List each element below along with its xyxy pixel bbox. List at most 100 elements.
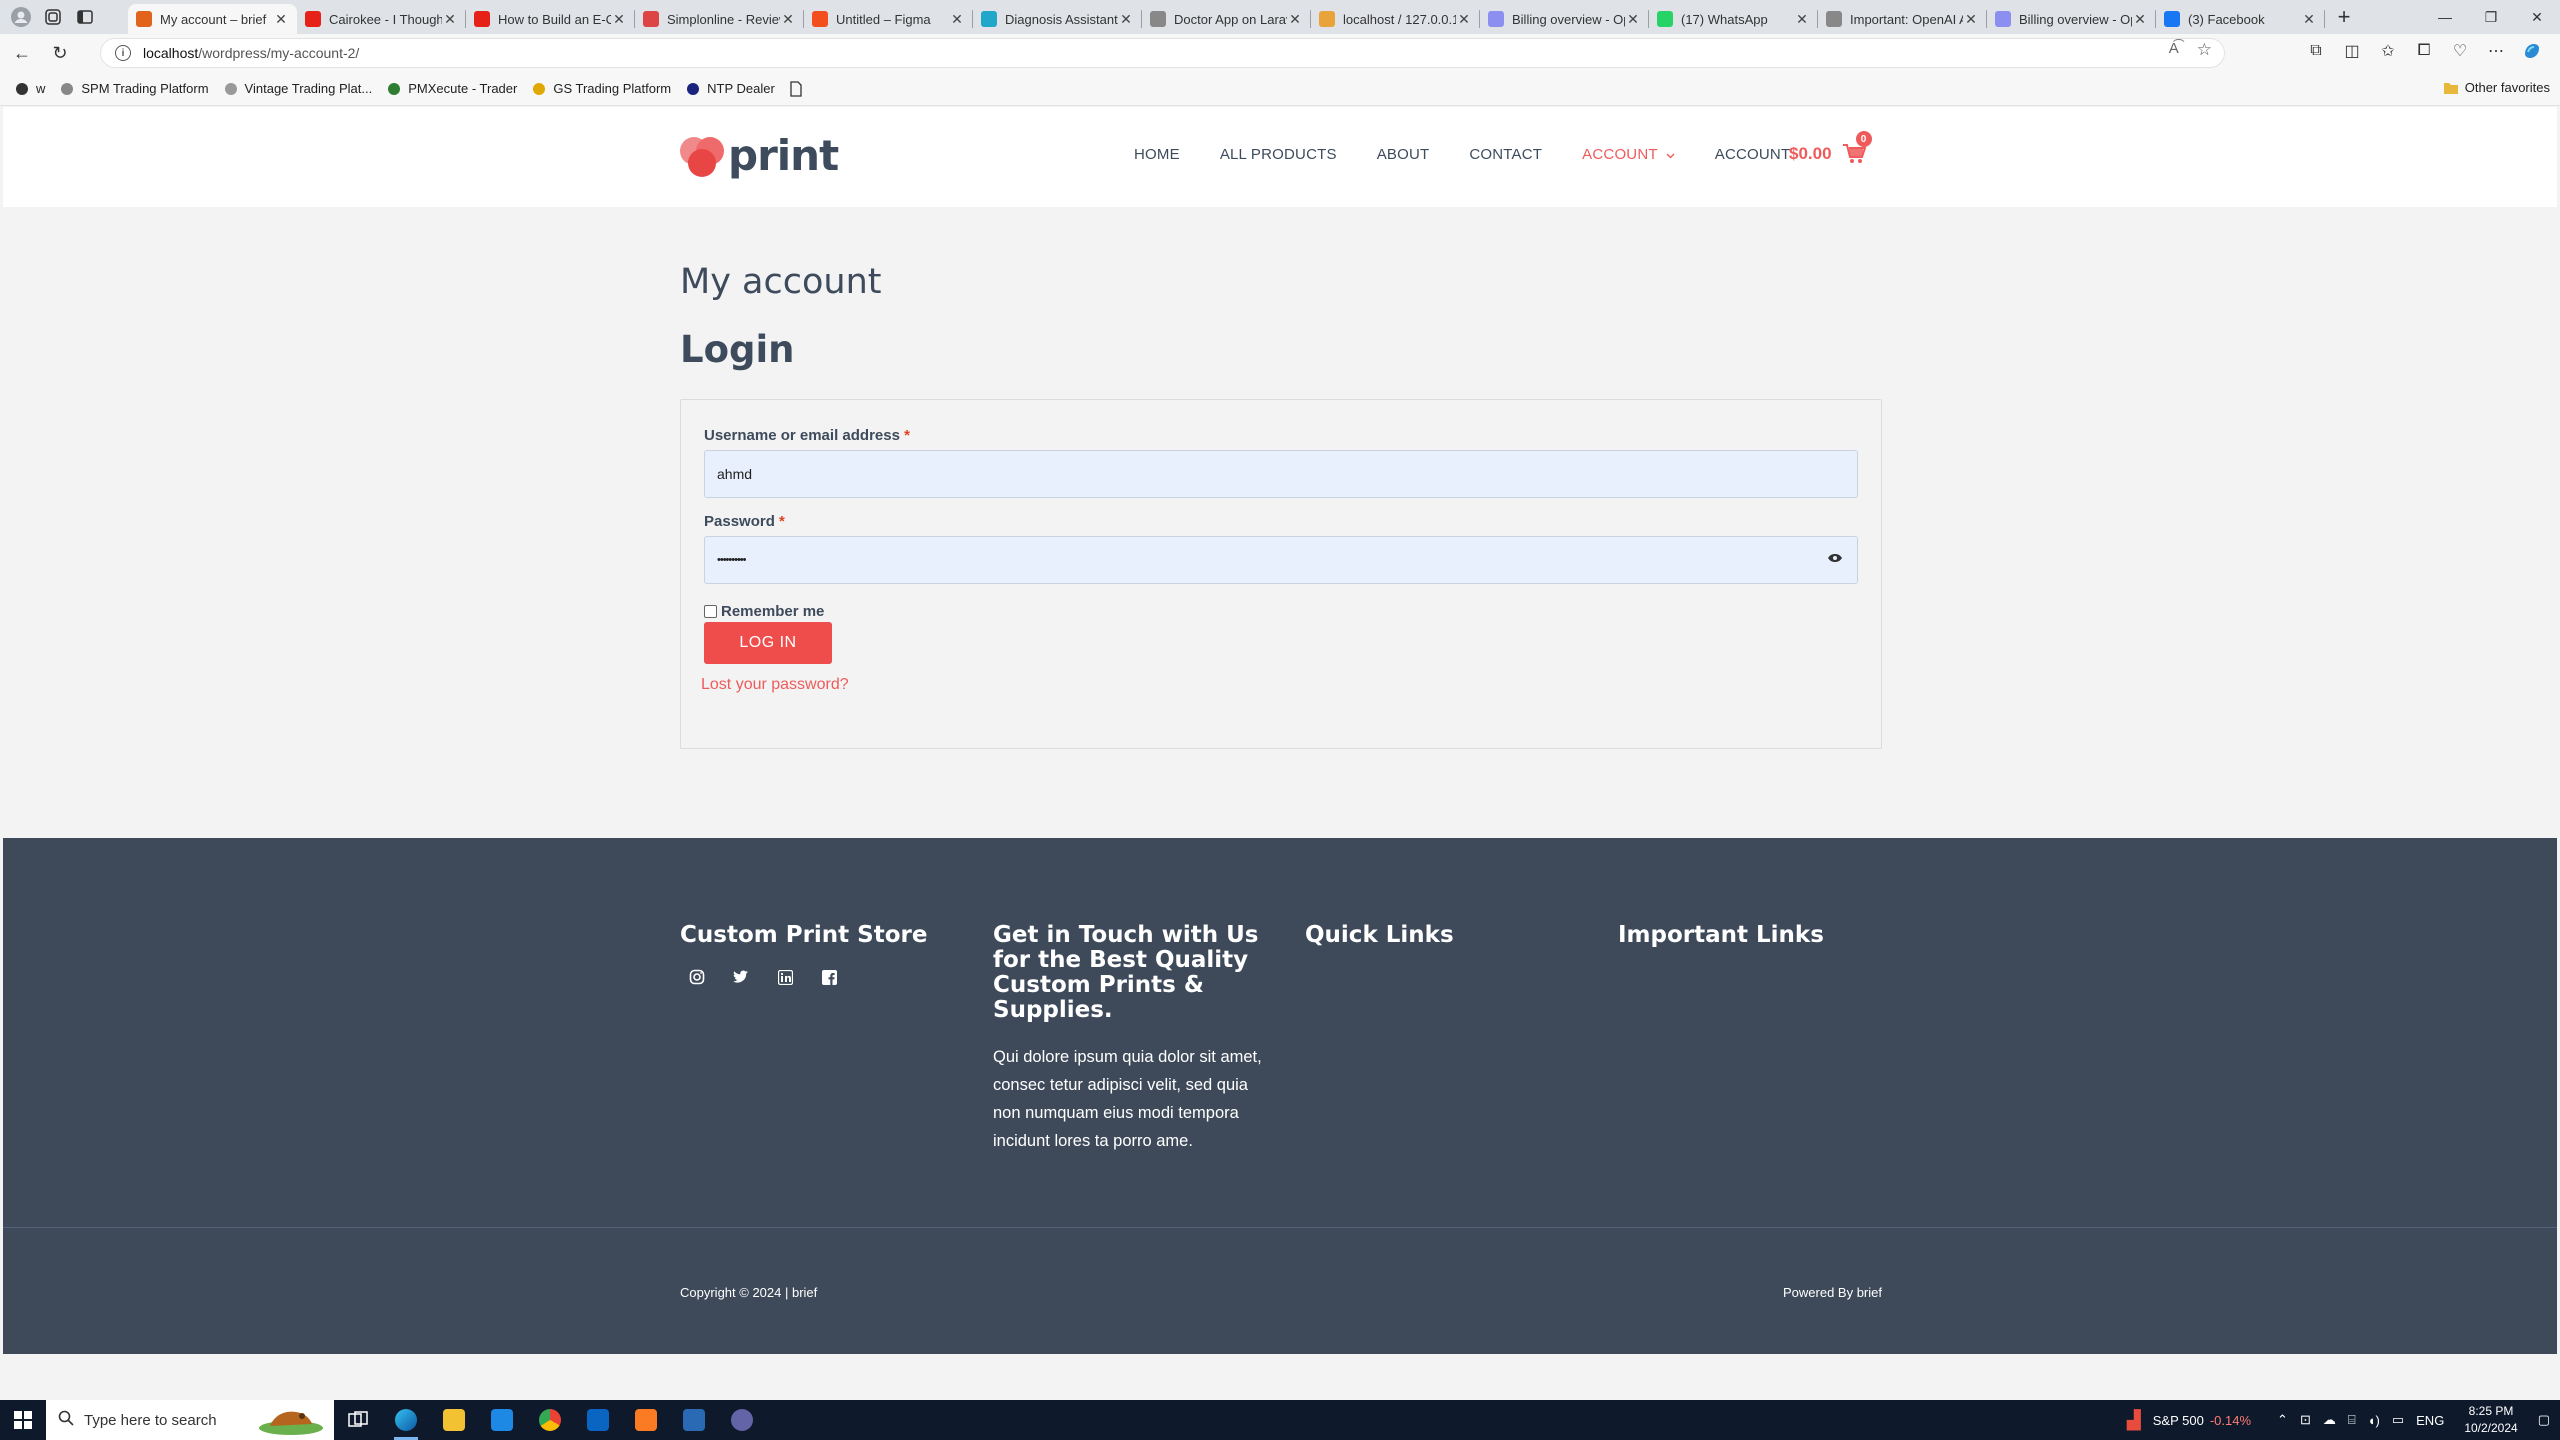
volume-icon[interactable]: ◖) bbox=[2368, 1413, 2380, 1428]
network-icon[interactable]: ⌸ bbox=[2348, 1412, 2356, 1428]
onedrive-icon[interactable]: ☁ bbox=[2323, 1412, 2336, 1428]
username-input[interactable]: ahmd bbox=[704, 450, 1858, 498]
clock[interactable]: 8:25 PM 10/2/2024 bbox=[2464, 1403, 2517, 1437]
tab-close-icon[interactable]: ✕ bbox=[780, 11, 796, 28]
lost-password-link[interactable]: Lost your password? bbox=[701, 676, 849, 694]
extensions-icon[interactable]: ⧉ bbox=[2298, 36, 2334, 66]
browser-tab[interactable]: How to Build an E-C ✕ bbox=[466, 4, 635, 34]
stock-name[interactable]: S&P 500 bbox=[2153, 1413, 2204, 1428]
tab-close-icon[interactable]: ✕ bbox=[2301, 11, 2317, 28]
browser-essentials-icon[interactable]: ♡ bbox=[2442, 36, 2478, 66]
tab-actions-icon[interactable] bbox=[74, 6, 96, 28]
close-window-button[interactable]: ✕ bbox=[2514, 0, 2560, 34]
browser-tab[interactable]: Untitled – Figma ✕ bbox=[804, 4, 973, 34]
teams-icon[interactable] bbox=[718, 1400, 766, 1440]
browser-tab[interactable]: Doctor App on Larav ✕ bbox=[1142, 4, 1311, 34]
tab-close-icon[interactable]: ✕ bbox=[1287, 11, 1303, 28]
nav-item-all-products[interactable]: ALL PRODUCTS bbox=[1220, 146, 1337, 163]
profile-icon[interactable] bbox=[10, 6, 32, 28]
browser-tab[interactable]: Billing overview - Op ✕ bbox=[1480, 4, 1649, 34]
minimize-button[interactable]: — bbox=[2422, 0, 2468, 34]
xampp-icon[interactable] bbox=[622, 1400, 670, 1440]
edge-app-icon[interactable] bbox=[382, 1400, 430, 1440]
browser-tab[interactable]: (3) Facebook ✕ bbox=[2156, 4, 2325, 34]
language-indicator[interactable]: ENG bbox=[2416, 1413, 2444, 1428]
battery-icon[interactable]: ▭ bbox=[2392, 1412, 2404, 1428]
remember-me[interactable]: Remember me bbox=[704, 603, 824, 620]
camera-icon[interactable]: ⊡ bbox=[2300, 1412, 2311, 1428]
nav-item-contact[interactable]: CONTACT bbox=[1469, 146, 1542, 163]
instagram-icon[interactable] bbox=[688, 968, 706, 986]
other-favorites[interactable]: Other favorites bbox=[2443, 80, 2550, 95]
cart[interactable]: $0.00 0 bbox=[1789, 131, 1872, 165]
main-content: My account Login Username or email addre… bbox=[680, 262, 1882, 749]
file-explorer-icon[interactable] bbox=[430, 1400, 478, 1440]
tab-close-icon[interactable]: ✕ bbox=[273, 11, 289, 28]
nav-item-about[interactable]: ABOUT bbox=[1377, 146, 1430, 163]
twitter-icon[interactable] bbox=[732, 968, 750, 986]
browser-tab[interactable]: Billing overview - Op ✕ bbox=[1987, 4, 2156, 34]
tab-title: My account – brief bbox=[160, 11, 267, 27]
facebook-icon[interactable] bbox=[820, 968, 838, 986]
browser-tab[interactable]: Cairokee - I Thought ✕ bbox=[297, 4, 466, 34]
linkedin-icon[interactable] bbox=[776, 968, 794, 986]
url-bar[interactable]: i localhost/wordpress/my-account-2/ bbox=[100, 38, 2225, 68]
outlook-icon[interactable] bbox=[574, 1400, 622, 1440]
bookmark-item[interactable]: SPM Trading Platform bbox=[59, 81, 209, 97]
login-button[interactable]: LOG IN bbox=[704, 622, 832, 664]
browser-tab[interactable]: (17) WhatsApp ✕ bbox=[1649, 4, 1818, 34]
nav-item-account[interactable]: ACCOUNT bbox=[1582, 146, 1675, 163]
nav-item-home[interactable]: HOME bbox=[1134, 146, 1180, 163]
copilot-icon[interactable] bbox=[2514, 36, 2550, 66]
tab-close-icon[interactable]: ✕ bbox=[1963, 11, 1979, 28]
bookmark-item[interactable]: w bbox=[14, 81, 45, 97]
browser-tab[interactable]: My account – brief ✕ bbox=[128, 4, 297, 34]
windows-start-icon[interactable] bbox=[0, 1400, 46, 1440]
task-view-icon[interactable] bbox=[334, 1400, 382, 1440]
tab-close-icon[interactable]: ✕ bbox=[611, 11, 627, 28]
tab-close-icon[interactable]: ✕ bbox=[2132, 11, 2148, 28]
favorites-icon[interactable]: ✩ bbox=[2370, 36, 2406, 66]
terminal-app-icon[interactable] bbox=[670, 1400, 718, 1440]
tab-close-icon[interactable]: ✕ bbox=[1794, 11, 1810, 28]
cart-icon[interactable]: 0 bbox=[1842, 131, 1872, 165]
taskbar-search-input[interactable]: Type here to search bbox=[46, 1400, 334, 1440]
collections-icon[interactable]: ⧠ bbox=[2406, 36, 2442, 66]
show-password-icon[interactable] bbox=[1827, 553, 1843, 563]
browser-tab[interactable]: Simplonline - Review ✕ bbox=[635, 4, 804, 34]
bookmark-item[interactable]: PMXecute - Trader bbox=[386, 81, 517, 97]
tab-close-icon[interactable]: ✕ bbox=[1118, 11, 1134, 28]
bookmark-item[interactable]: GS Trading Platform bbox=[531, 81, 671, 97]
bookmark-item[interactable]: NTP Dealer bbox=[685, 81, 775, 97]
site-info-icon[interactable]: i bbox=[115, 45, 131, 61]
footer-contact-text: Qui dolore ipsum quia dolor sit amet, co… bbox=[993, 1048, 1262, 1150]
browser-tab[interactable]: localhost / 127.0.0.1 ✕ bbox=[1311, 4, 1480, 34]
logo-text: print bbox=[728, 131, 839, 180]
notifications-icon[interactable]: ▢ bbox=[2538, 1412, 2550, 1428]
back-icon[interactable]: ← bbox=[6, 37, 38, 69]
chrome-icon[interactable] bbox=[526, 1400, 574, 1440]
tab-close-icon[interactable]: ✕ bbox=[442, 11, 458, 28]
tray-chevron-icon[interactable]: ⌃ bbox=[2277, 1412, 2288, 1428]
read-aloud-icon[interactable]: A͡ bbox=[2169, 40, 2179, 60]
browser-tab[interactable]: Diagnosis Assistant ✕ bbox=[973, 4, 1142, 34]
store-icon[interactable] bbox=[478, 1400, 526, 1440]
settings-more-icon[interactable]: ⋯ bbox=[2478, 36, 2514, 66]
favorite-star-icon[interactable]: ☆ bbox=[2197, 40, 2212, 60]
split-screen-icon[interactable]: ◫ bbox=[2334, 36, 2370, 66]
bookmark-page-icon[interactable] bbox=[789, 80, 803, 97]
tab-close-icon[interactable]: ✕ bbox=[1456, 11, 1472, 28]
site-logo[interactable]: print bbox=[680, 131, 839, 180]
remember-me-checkbox[interactable] bbox=[704, 605, 717, 618]
password-input[interactable]: •••••••••• bbox=[704, 536, 1858, 584]
nav-item-account[interactable]: ACCOUNT bbox=[1715, 146, 1791, 163]
tab-close-icon[interactable]: ✕ bbox=[949, 11, 965, 28]
spm-icon bbox=[59, 81, 75, 97]
new-tab-button[interactable]: + bbox=[2329, 2, 2359, 32]
tab-close-icon[interactable]: ✕ bbox=[1625, 11, 1641, 28]
bookmark-item[interactable]: Vintage Trading Plat... bbox=[223, 81, 372, 97]
browser-tab[interactable]: Important: OpenAI A ✕ bbox=[1818, 4, 1987, 34]
refresh-icon[interactable]: ↻ bbox=[44, 37, 76, 69]
workspaces-icon[interactable] bbox=[42, 6, 64, 28]
restore-button[interactable]: ❐ bbox=[2468, 0, 2514, 34]
